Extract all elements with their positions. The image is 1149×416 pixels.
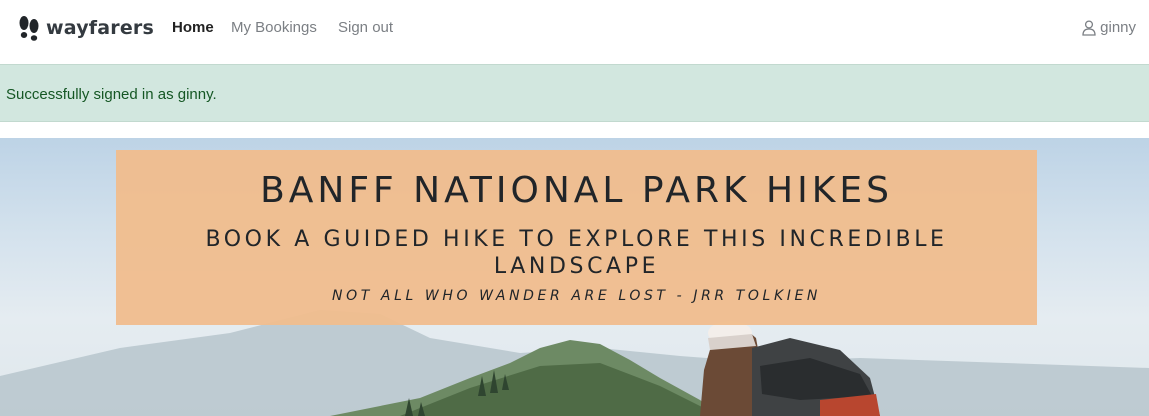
alert-message: Successfully signed in as ginny. — [6, 86, 217, 103]
user-name: ginny — [1100, 19, 1136, 36]
nav-sign-out[interactable]: Sign out — [338, 19, 393, 36]
brand-name: wayfarers — [46, 17, 154, 39]
brand-link[interactable]: wayfarers — [18, 14, 154, 42]
hero-banner: BANFF NATIONAL PARK HIKES BOOK A GUIDED … — [116, 150, 1037, 325]
hero-quote: NOT ALL WHO WANDER ARE LOST - JRR TOLKIE… — [332, 288, 821, 304]
nav-my-bookings[interactable]: My Bookings — [231, 19, 317, 36]
user-menu[interactable]: ginny — [1082, 19, 1136, 36]
person-icon — [1082, 19, 1096, 36]
success-alert: Successfully signed in as ginny. — [0, 64, 1149, 122]
hero-section: BANFF NATIONAL PARK HIKES BOOK A GUIDED … — [0, 138, 1149, 416]
hero-subtitle: BOOK A GUIDED HIKE TO EXPLORE THIS INCRE… — [205, 227, 948, 279]
hero-title: BANFF NATIONAL PARK HIKES — [260, 170, 893, 211]
footprints-icon — [19, 16, 39, 41]
nav-home[interactable]: Home — [172, 19, 214, 36]
navbar: wayfarers Home My Bookings Sign out ginn… — [0, 0, 1149, 64]
